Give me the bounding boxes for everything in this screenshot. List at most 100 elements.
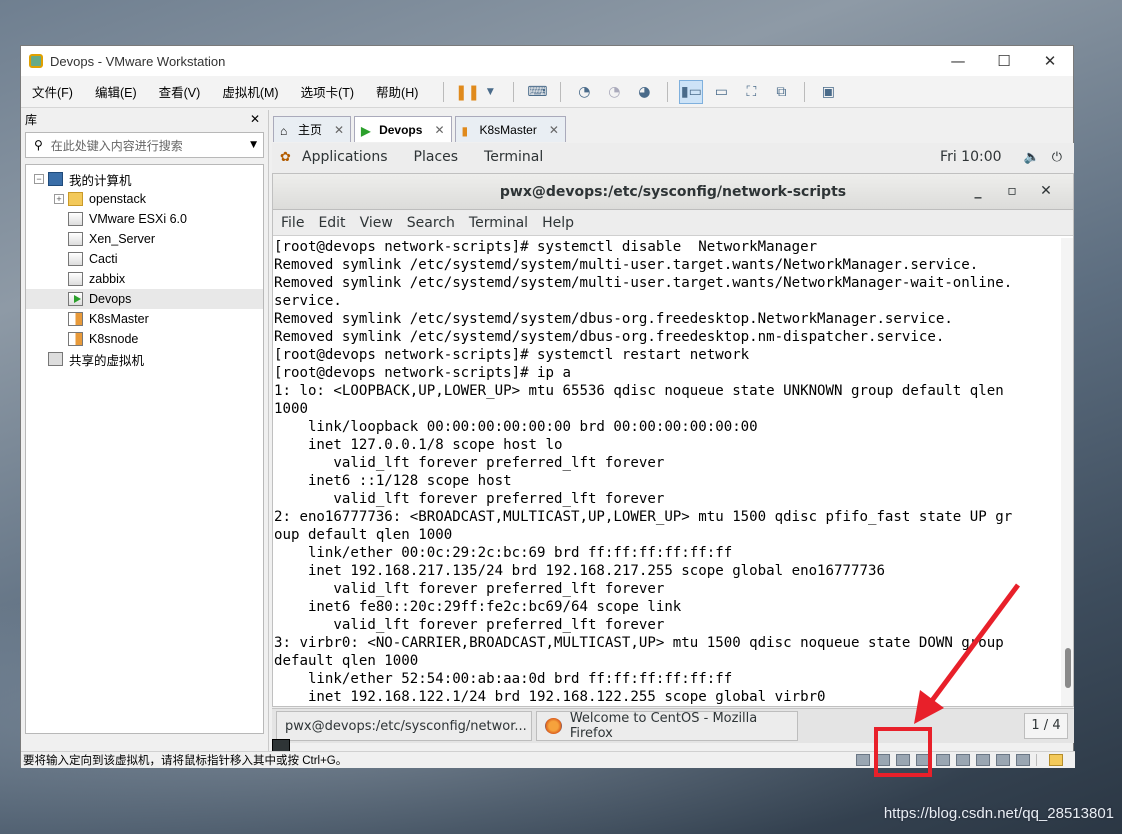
- shared-vms-icon: [48, 352, 63, 366]
- vmware-window: Devops - VMware Workstation — ☐ ✕ 文件(F) …: [20, 45, 1075, 768]
- console-view-icon[interactable]: ▣: [816, 80, 840, 104]
- tab-label: 主页: [298, 123, 323, 137]
- gnome-applications-menu[interactable]: Applications: [302, 149, 388, 165]
- usb-controller-icon[interactable]: [936, 754, 950, 766]
- folder-icon: [68, 192, 83, 206]
- gnome-top-bar: ✿ Applications Places Terminal Fri 10:00…: [272, 143, 1074, 171]
- tree-node-vm-selected[interactable]: Devops: [26, 289, 263, 309]
- send-ctrl-alt-del-icon[interactable]: ⌨: [525, 80, 549, 104]
- tab-close-icon[interactable]: ✕: [334, 123, 344, 137]
- pause-icon[interactable]: ❚❚: [455, 80, 480, 104]
- tree-label: K8sMaster: [89, 312, 149, 326]
- message-log-icon[interactable]: [1049, 754, 1063, 766]
- tree-label: openstack: [89, 192, 146, 206]
- usb-device-icon[interactable]: [976, 754, 990, 766]
- tree-node-vm[interactable]: zabbix: [26, 269, 263, 289]
- gnome-clock[interactable]: Fri 10:00: [940, 149, 1001, 165]
- menu-bar: 文件(F) 编辑(E) 查看(V) 虚拟机(M) 选项卡(T) 帮助(H) ❚❚…: [21, 76, 1073, 108]
- tab-devops[interactable]: ▶ Devops ✕: [354, 116, 452, 142]
- tree-node-shared[interactable]: 共享的虚拟机: [26, 349, 263, 369]
- gnome-places-menu[interactable]: Places: [414, 149, 459, 165]
- tab-home[interactable]: ⌂ 主页 ✕: [273, 116, 352, 142]
- scrollbar-thumb[interactable]: [1065, 648, 1071, 688]
- sound-card-icon[interactable]: [956, 754, 970, 766]
- workspace-pager[interactable]: 1 / 4: [1024, 713, 1068, 739]
- terminal-close-icon[interactable]: ✕: [1029, 183, 1063, 199]
- minimize-icon[interactable]: —: [935, 52, 981, 70]
- collapse-icon[interactable]: −: [34, 174, 44, 184]
- snapshot-icon[interactable]: ◔: [572, 80, 596, 104]
- terminal-menu-file[interactable]: File: [281, 215, 304, 231]
- vm-paused-icon: [68, 312, 83, 326]
- toolbar-separator: [804, 81, 806, 102]
- tree-node-vm[interactable]: K8snode: [26, 329, 263, 349]
- gnome-terminal-menu[interactable]: Terminal: [484, 149, 543, 165]
- terminal-minimize-icon[interactable]: _: [961, 183, 995, 199]
- toolbar-separator: [667, 81, 669, 102]
- terminal-maximize-icon[interactable]: ▫: [995, 183, 1029, 199]
- expand-icon[interactable]: +: [54, 194, 64, 204]
- thumbnail-bar-icon[interactable]: ▭: [709, 80, 733, 104]
- terminal-output[interactable]: [root@devops network-scripts]# systemctl…: [274, 238, 1060, 706]
- tree-label: 我的计算机: [69, 173, 132, 188]
- menu-help[interactable]: 帮助(H): [376, 82, 418, 101]
- library-search-input[interactable]: ⚲ 在此处键入内容进行搜索 ▼: [25, 132, 264, 158]
- terminal-title: pwx@devops:/etc/sysconfig/network-script…: [499, 183, 847, 200]
- watermark-text: https://blog.csdn.net/qq_28513801: [883, 805, 1114, 822]
- vm-icon: [68, 232, 83, 246]
- display-icon[interactable]: [1016, 754, 1030, 766]
- vm-icon: [68, 252, 83, 266]
- tree-node-vm[interactable]: K8sMaster: [26, 309, 263, 329]
- terminal-menu-search[interactable]: Search: [407, 215, 455, 231]
- library-header: 库 ✕: [21, 110, 268, 128]
- terminal-menu-help[interactable]: Help: [542, 215, 574, 231]
- terminal-menu-view[interactable]: View: [360, 215, 393, 231]
- guest-display[interactable]: ✿ Applications Places Terminal Fri 10:00…: [272, 143, 1074, 755]
- tab-close-icon[interactable]: ✕: [434, 123, 444, 137]
- tree-label: K8snode: [89, 332, 139, 346]
- library-close-icon[interactable]: ✕: [250, 112, 260, 126]
- vm-icon: [68, 212, 83, 226]
- tree-node-vm[interactable]: VMware ESXi 6.0: [26, 209, 263, 229]
- volume-icon[interactable]: 🔈: [1024, 150, 1040, 165]
- menu-file[interactable]: 文件(F): [32, 82, 73, 101]
- maximize-icon[interactable]: ☐: [981, 52, 1027, 70]
- tree-label: VMware ESXi 6.0: [89, 212, 187, 226]
- tree-label: zabbix: [89, 272, 126, 286]
- revert-snapshot-icon[interactable]: ◔: [602, 80, 626, 104]
- snapshot-manager-icon[interactable]: ◕: [632, 80, 656, 104]
- tree-node-vm[interactable]: Xen_Server: [26, 229, 263, 249]
- taskbar-terminal-task[interactable]: pwx@devops:/etc/sysconfig/networ...: [272, 711, 532, 755]
- pause-dropdown-icon[interactable]: ▼: [478, 80, 502, 104]
- show-library-icon[interactable]: ▮▭: [679, 79, 704, 104]
- tree-node-vm[interactable]: Cacti: [26, 249, 263, 269]
- hard-disk-icon[interactable]: [856, 754, 870, 766]
- window-controls: — ☐ ✕: [935, 52, 1073, 70]
- tree-node-openstack[interactable]: + openstack: [26, 189, 263, 209]
- unity-icon[interactable]: ⧉: [769, 80, 793, 104]
- title-bar: Devops - VMware Workstation — ☐ ✕: [21, 46, 1073, 76]
- menu-tabs[interactable]: 选项卡(T): [301, 82, 354, 101]
- terminal-menu-edit[interactable]: Edit: [318, 215, 345, 231]
- terminal-controls: _ ▫ ✕: [961, 183, 1063, 199]
- close-icon[interactable]: ✕: [1027, 52, 1073, 70]
- search-placeholder: 在此处键入内容进行搜索: [50, 138, 183, 153]
- search-dropdown-icon[interactable]: ▼: [250, 140, 257, 150]
- vm-tree: − 我的计算机 + openstack VMware ESXi 6.0 Xen_…: [25, 164, 264, 734]
- tree-node-my-computer[interactable]: − 我的计算机: [26, 169, 263, 189]
- tab-close-icon[interactable]: ✕: [549, 123, 559, 137]
- menu-vm[interactable]: 虚拟机(M): [222, 82, 278, 101]
- tab-k8smaster[interactable]: ▮ K8sMaster ✕: [454, 116, 566, 142]
- full-screen-icon[interactable]: ⛶: [739, 80, 763, 104]
- power-icon[interactable]: ⏻: [1052, 150, 1062, 165]
- terminal-menu-bar: File Edit View Search Terminal Help: [273, 210, 1073, 236]
- library-panel: 库 ✕ ⚲ 在此处键入内容进行搜索 ▼ − 我的计算机 + openstack …: [21, 110, 269, 751]
- status-text: 要将输入定向到该虚拟机，请将鼠标指针移入其中或按 Ctrl+G。: [23, 755, 348, 767]
- terminal-menu-terminal[interactable]: Terminal: [469, 215, 528, 231]
- printer-icon[interactable]: [996, 754, 1010, 766]
- home-icon: ⌂: [280, 123, 288, 138]
- terminal-scrollbar[interactable]: [1061, 238, 1073, 706]
- menu-edit[interactable]: 编辑(E): [95, 82, 137, 101]
- menu-view[interactable]: 查看(V): [159, 82, 201, 101]
- taskbar-firefox-task[interactable]: Welcome to CentOS - Mozilla Firefox: [536, 711, 798, 741]
